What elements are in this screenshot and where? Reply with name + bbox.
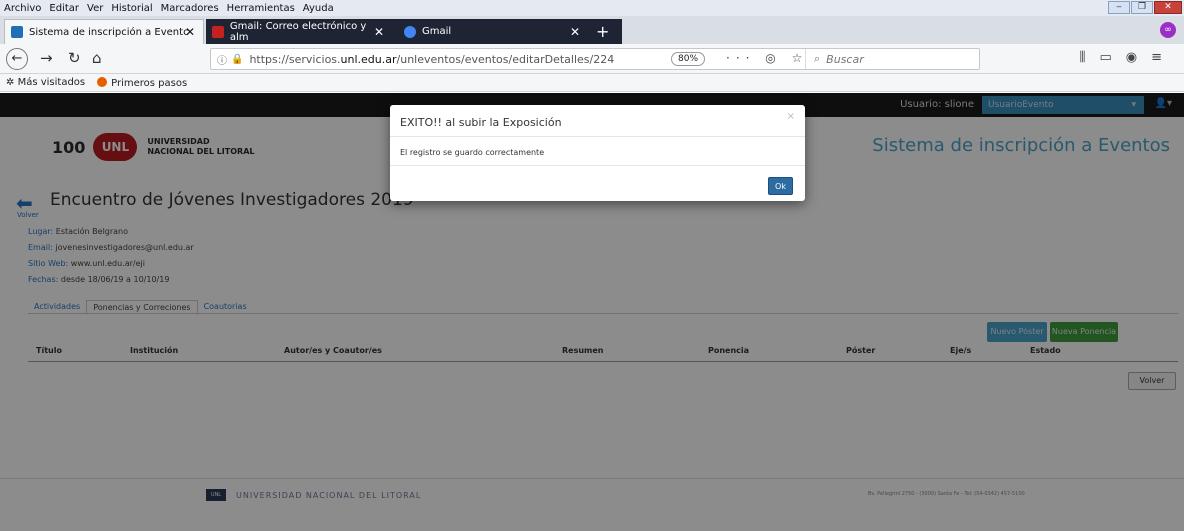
tab-bar: Sistema de inscripción a Eventc ✕ Gmail:… [0, 16, 1184, 44]
modal-header: EXITO!! al subir la Exposición × [390, 105, 805, 137]
tab-sistema-inscripcion[interactable]: Sistema de inscripción a Eventc ✕ [4, 19, 204, 44]
sidebar-icon[interactable]: ▭ [1099, 50, 1125, 65]
bookmark-mas-visitados[interactable]: ✲ Más visitados [6, 77, 85, 88]
firefox-icon [97, 76, 108, 87]
menu-marcadores[interactable]: Marcadores [161, 3, 219, 14]
close-tab-icon[interactable]: ✕ [374, 25, 384, 39]
ok-button[interactable]: Ok [768, 177, 793, 195]
info-icon[interactable]: ⓘ [217, 52, 227, 67]
gmail-icon [212, 25, 224, 38]
lock-icon[interactable]: 🔒 [231, 54, 243, 65]
new-tab-icon[interactable]: + [596, 22, 609, 41]
navigation-bar: ← → ↻ ⌂ ⓘ 🔒 https://servicios.unl.edu.ar… [0, 44, 1184, 74]
maximize-icon[interactable]: ❐ [1131, 1, 1153, 14]
success-modal: EXITO!! al subir la Exposición × El regi… [390, 105, 805, 201]
modal-footer: Ok [390, 165, 805, 201]
search-icon: ⌕ [814, 52, 821, 65]
pocket-icon[interactable]: ◎ [765, 51, 781, 65]
minimize-icon[interactable]: ‒ [1108, 1, 1130, 14]
forward-arrow-icon[interactable]: → [40, 49, 53, 67]
addon-icon[interactable]: ◉ [1126, 50, 1151, 65]
more-actions-icon[interactable]: ··· [726, 51, 755, 65]
menu-ayuda[interactable]: Ayuda [303, 3, 334, 14]
modal-title: EXITO!! al subir la Exposición [400, 116, 562, 129]
menu-herramientas[interactable]: Herramientas [227, 3, 295, 14]
menu-historial[interactable]: Historial [111, 3, 152, 14]
menu-bar: Archivo Editar Ver Historial Marcadores … [0, 0, 1184, 16]
home-icon[interactable]: ⌂ [92, 49, 102, 67]
page-actions: ··· ◎ ☆ [726, 51, 808, 65]
close-window-icon[interactable]: ✕ [1154, 1, 1182, 14]
url-bar[interactable]: ⓘ 🔒 https://servicios.unl.edu.ar/unleven… [210, 48, 980, 70]
window-controls: ‒ ❐ ✕ [1107, 1, 1182, 14]
search-input[interactable]: ⌕ Buscar [805, 49, 979, 69]
close-icon[interactable]: × [787, 111, 795, 122]
url-text: https://servicios.unl.edu.ar/unleventos/… [249, 52, 615, 66]
zoom-level[interactable]: 80% [671, 52, 706, 66]
reload-icon[interactable]: ↻ [68, 49, 81, 67]
back-arrow-icon[interactable]: ← [6, 48, 28, 70]
tab-gmail-correo[interactable]: Gmail: Correo electrónico y alm ✕ [206, 19, 392, 44]
modal-message: El registro se guardo correctamente [400, 148, 545, 157]
bookmarks-bar: ✲ Más visitados Primeros pasos [0, 74, 1184, 92]
library-icon[interactable]: ⫼ [1079, 50, 1099, 65]
menu-hamburger-icon[interactable]: ≡ [1151, 50, 1176, 65]
menu-editar[interactable]: Editar [49, 3, 79, 14]
gear-icon: ✲ [6, 77, 18, 88]
google-icon [404, 25, 416, 38]
close-tab-icon[interactable]: ✕ [570, 25, 580, 39]
tab-gmail[interactable]: Gmail ✕ [398, 19, 588, 44]
extension-icon[interactable]: ∞ [1160, 22, 1176, 38]
menu-ver[interactable]: Ver [87, 3, 103, 14]
close-tab-icon[interactable]: ✕ [185, 25, 195, 39]
unl-favicon-icon [11, 26, 23, 38]
toolbar-right: ⫼▭◉≡ [1079, 50, 1176, 65]
bookmark-primeros-pasos[interactable]: Primeros pasos [97, 76, 187, 89]
menu-archivo[interactable]: Archivo [4, 3, 41, 14]
